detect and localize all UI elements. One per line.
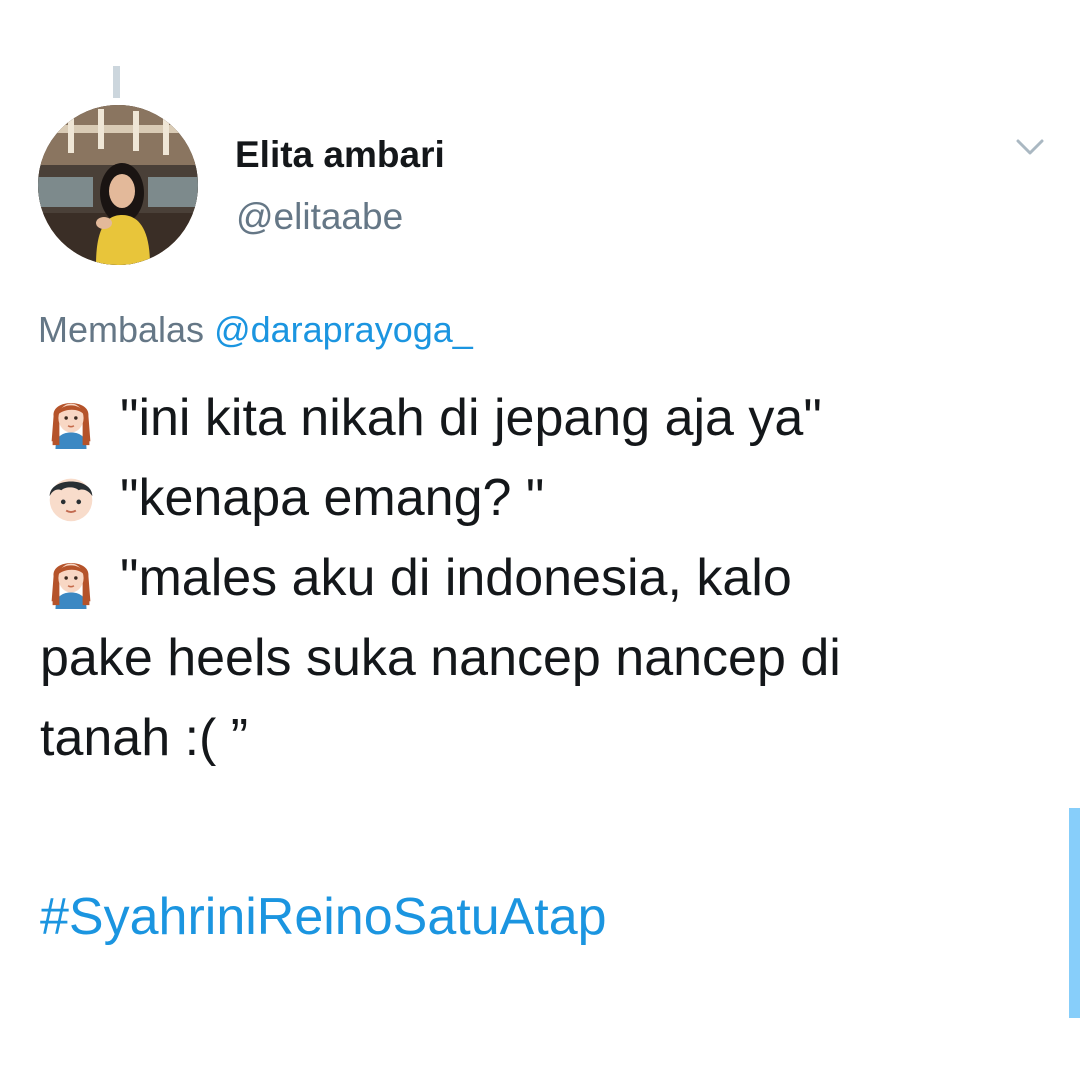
woman-emoji-icon: [51, 402, 91, 449]
hashtag-link[interactable]: #SyahriniReinoSatuAtap: [40, 887, 607, 947]
tweet-line-text: "males aku di indonesia, kalo: [120, 549, 792, 607]
tweet-line: "ini kita nikah di jepang aja ya": [40, 378, 1050, 458]
woman-emoji-icon: [51, 562, 91, 609]
tweet-line-text: "ini kita nikah di jepang aja ya": [120, 389, 822, 447]
tweet-line-text: tanah :( ”: [40, 709, 249, 767]
tweet-line: "males aku di indonesia, kalo: [40, 538, 1050, 618]
reply-mention-link[interactable]: @daraprayoga_: [214, 309, 473, 350]
reply-context: Membalas @daraprayoga_: [38, 309, 473, 351]
tweet-line: pake heels suka nancep nancep di: [40, 618, 1050, 698]
boy-emoji-icon: [49, 478, 93, 522]
scrollbar[interactable]: [1069, 808, 1080, 1018]
avatar-photo: [38, 105, 198, 265]
reply-prefix: Membalas: [38, 309, 205, 350]
tweet-line-text: pake heels suka nancep nancep di: [40, 629, 841, 687]
author-handle[interactable]: @elitaabe: [236, 196, 403, 238]
tweet-line: tanah :( ”: [40, 698, 1050, 778]
chevron-down-icon[interactable]: [1012, 132, 1048, 162]
tweet-line-text: "kenapa emang? ": [120, 469, 545, 527]
avatar[interactable]: [38, 105, 198, 265]
author-display-name[interactable]: Elita ambari: [235, 134, 445, 176]
thread-connector-line: [113, 66, 120, 98]
tweet-text: "ini kita nikah di jepang aja ya" "kenap…: [40, 378, 1050, 778]
tweet-line: "kenapa emang? ": [40, 458, 1050, 538]
